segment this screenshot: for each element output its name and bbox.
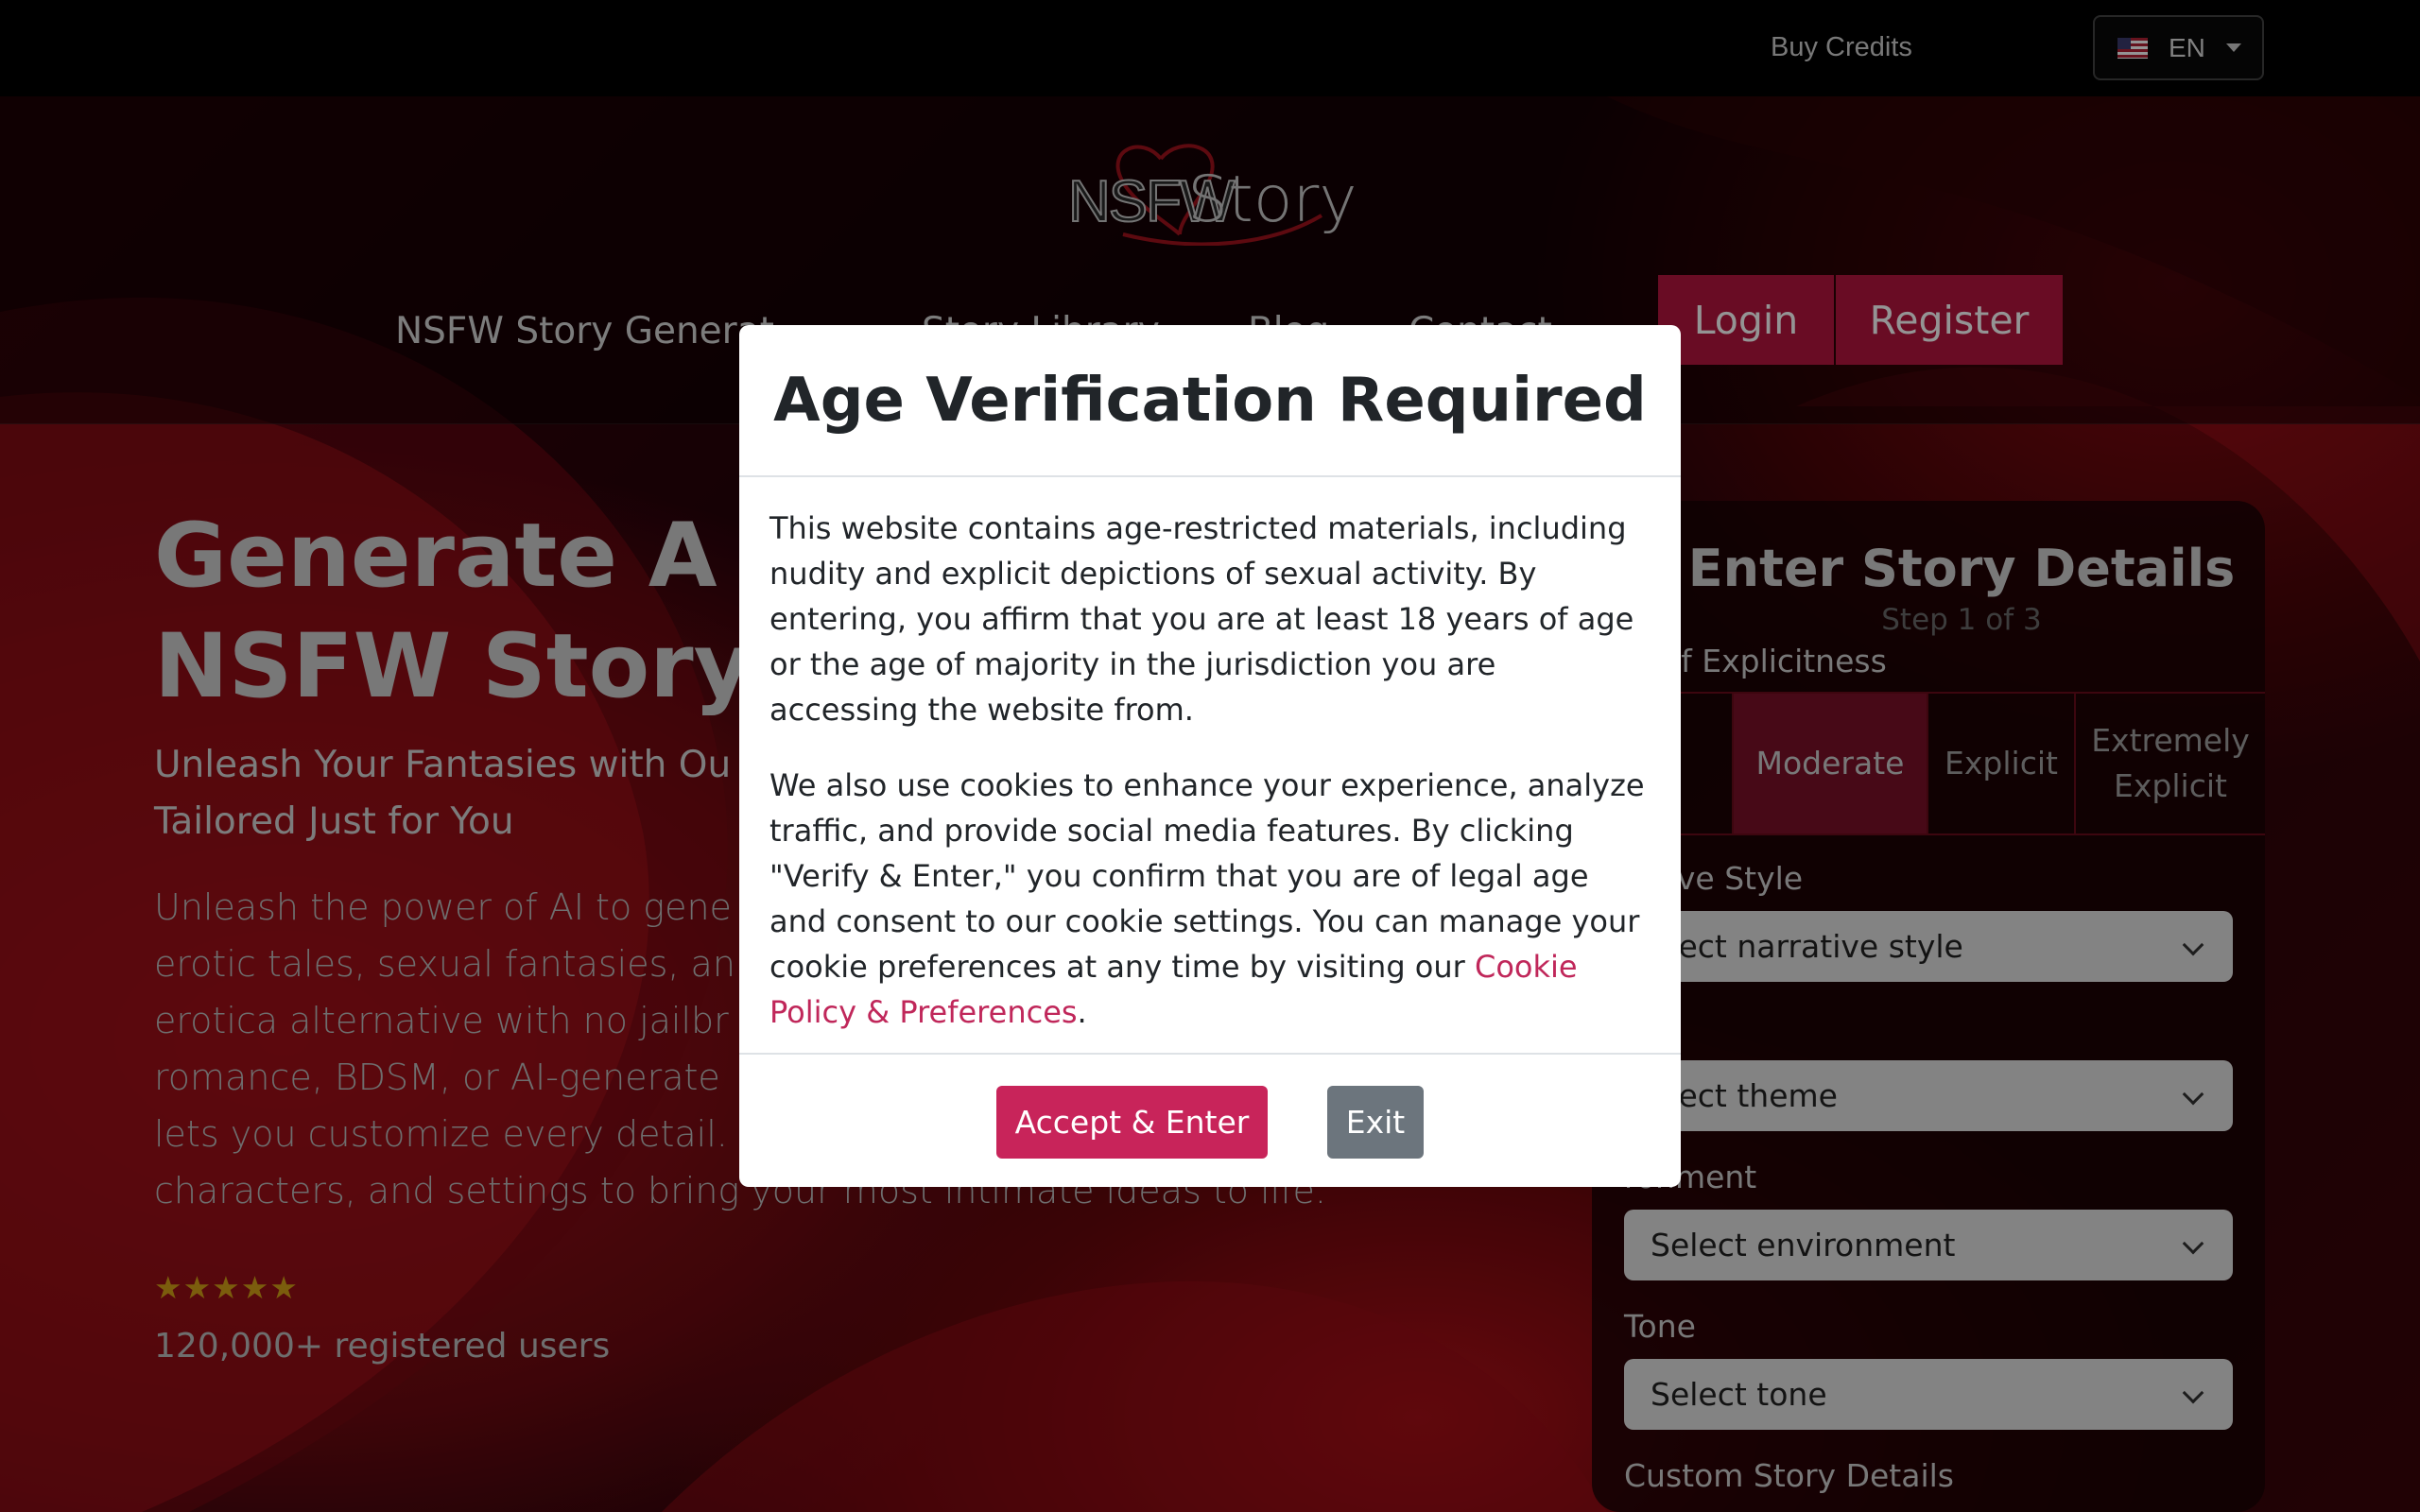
exit-button[interactable]: Exit [1327, 1086, 1424, 1159]
modal-footer: Accept & Enter Exit [739, 1053, 1681, 1187]
cookie-notice-end: . [1077, 994, 1087, 1030]
age-notice-text: This website contains age-restricted mat… [769, 510, 1634, 728]
accept-enter-button[interactable]: Accept & Enter [996, 1086, 1268, 1159]
modal-header: Age Verification Required [739, 325, 1681, 477]
modal-body: This website contains age-restricted mat… [739, 477, 1681, 1035]
age-verification-modal: Age Verification Required This website c… [739, 325, 1681, 1187]
cookie-notice-text: We also use cookies to enhance your expe… [769, 763, 1651, 1035]
modal-title: Age Verification Required [773, 365, 1647, 436]
